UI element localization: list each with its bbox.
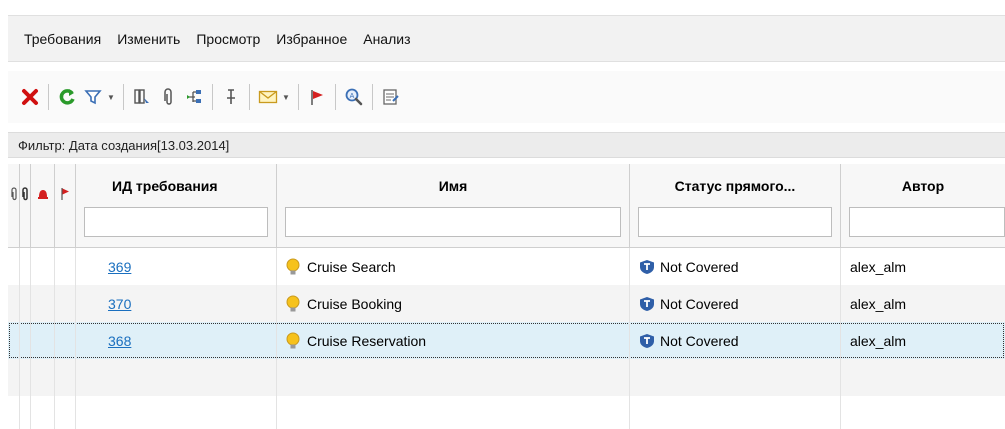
attachment-icon[interactable] <box>156 83 180 111</box>
table-row-selected[interactable]: 368 Cruise Reservation Not Covered alex_… <box>8 322 1005 359</box>
menu-edit[interactable]: Изменить <box>117 31 180 47</box>
column-divider <box>54 248 55 429</box>
author: alex_alm <box>850 332 907 349</box>
alert-bell-icon <box>37 187 49 204</box>
id-filter-input[interactable] <box>84 207 268 237</box>
requirements-grid: ИД требования Имя Статус прямого... Авто… <box>8 164 1005 429</box>
toolbar-separator <box>372 84 373 110</box>
column-divider <box>75 248 76 429</box>
alert-column-header[interactable] <box>31 164 55 248</box>
table-row[interactable]: 370 Cruise Booking Not Covered alex_alm <box>8 285 1005 322</box>
column-header-status[interactable]: Статус прямого... <box>630 164 841 248</box>
column-header-id-label: ИД требования <box>112 178 218 194</box>
svg-text:A: A <box>350 93 355 100</box>
toolbar-separator <box>48 84 49 110</box>
not-covered-icon <box>640 333 654 348</box>
column-divider <box>276 248 277 429</box>
flag-icon <box>60 187 70 204</box>
flag-column-header[interactable] <box>55 164 76 248</box>
attachment-column-header[interactable] <box>8 164 20 248</box>
name-filter-input[interactable] <box>285 207 621 237</box>
column-header-author-label: Автор <box>901 178 945 194</box>
not-covered-icon <box>640 296 654 311</box>
requirement-name: Cruise Search <box>285 248 396 285</box>
menu-view[interactable]: Просмотр <box>196 31 260 47</box>
requirement-name: Cruise Booking <box>285 285 402 322</box>
flag-icon[interactable] <box>305 83 329 111</box>
requirement-bulb-icon <box>286 258 300 274</box>
column-header-author[interactable]: Автор <box>841 164 1005 248</box>
column-header-name-label: Имя <box>438 178 468 194</box>
filter-bar: Фильтр: Дата создания[13.03.2014] <box>8 132 1005 158</box>
filter-dropdown-icon[interactable]: ▼ <box>107 83 115 111</box>
delete-icon[interactable] <box>18 83 42 111</box>
find-icon[interactable]: A <box>342 83 366 111</box>
menu-favorites[interactable]: Избранное <box>276 31 347 47</box>
requirement-id-link[interactable]: 368 <box>108 322 131 359</box>
coverage-status: Not Covered <box>639 322 739 359</box>
filter-text: Фильтр: Дата создания[13.03.2014] <box>18 137 230 153</box>
mail-dropdown-icon[interactable]: ▼ <box>282 83 290 111</box>
requirement-id-link[interactable]: 369 <box>108 248 131 285</box>
coverage-status: Not Covered <box>639 248 739 285</box>
toolbar: ▼ ▼ A <box>8 71 1005 123</box>
not-covered-icon <box>640 259 654 274</box>
column-divider <box>840 248 841 429</box>
filter-icon[interactable] <box>81 83 105 111</box>
coverage-status: Not Covered <box>639 285 739 322</box>
mail-icon[interactable] <box>256 83 280 111</box>
column-divider <box>19 248 20 429</box>
column-header-name[interactable]: Имя <box>277 164 630 248</box>
requirement-bulb-icon <box>286 295 300 311</box>
column-divider <box>30 248 31 429</box>
tree-icon[interactable] <box>182 83 206 111</box>
menu-bar: Требования Изменить Просмотр Избранное А… <box>8 15 1005 62</box>
column-header-status-label: Статус прямого... <box>674 178 796 194</box>
author: alex_alm <box>850 295 907 312</box>
status-filter-input[interactable] <box>638 207 832 237</box>
toolbar-separator <box>298 84 299 110</box>
requirement-name: Cruise Reservation <box>285 322 426 359</box>
refresh-icon[interactable] <box>55 83 79 111</box>
empty-row <box>8 359 1005 396</box>
pin-icon[interactable] <box>219 83 243 111</box>
toolbar-separator <box>212 84 213 110</box>
toolbar-separator <box>249 84 250 110</box>
notes-icon[interactable] <box>379 83 403 111</box>
author: alex_alm <box>850 258 907 275</box>
attachment-icon <box>10 187 18 204</box>
toolbar-separator <box>335 84 336 110</box>
toolbar-separator <box>123 84 124 110</box>
menu-analysis[interactable]: Анализ <box>363 31 410 47</box>
author-filter-input[interactable] <box>849 207 1005 237</box>
requirement-id-link[interactable]: 370 <box>108 285 131 322</box>
columns-icon[interactable] <box>130 83 154 111</box>
linked-attachment-column-header[interactable] <box>20 164 31 248</box>
column-header-id[interactable]: ИД требования <box>76 164 277 248</box>
menu-requirements[interactable]: Требования <box>24 31 101 47</box>
column-divider <box>629 248 630 429</box>
table-row[interactable]: 369 Cruise Search Not Covered alex_alm <box>8 248 1005 285</box>
attachment-linked-icon <box>21 187 29 204</box>
requirement-bulb-icon <box>286 332 300 348</box>
